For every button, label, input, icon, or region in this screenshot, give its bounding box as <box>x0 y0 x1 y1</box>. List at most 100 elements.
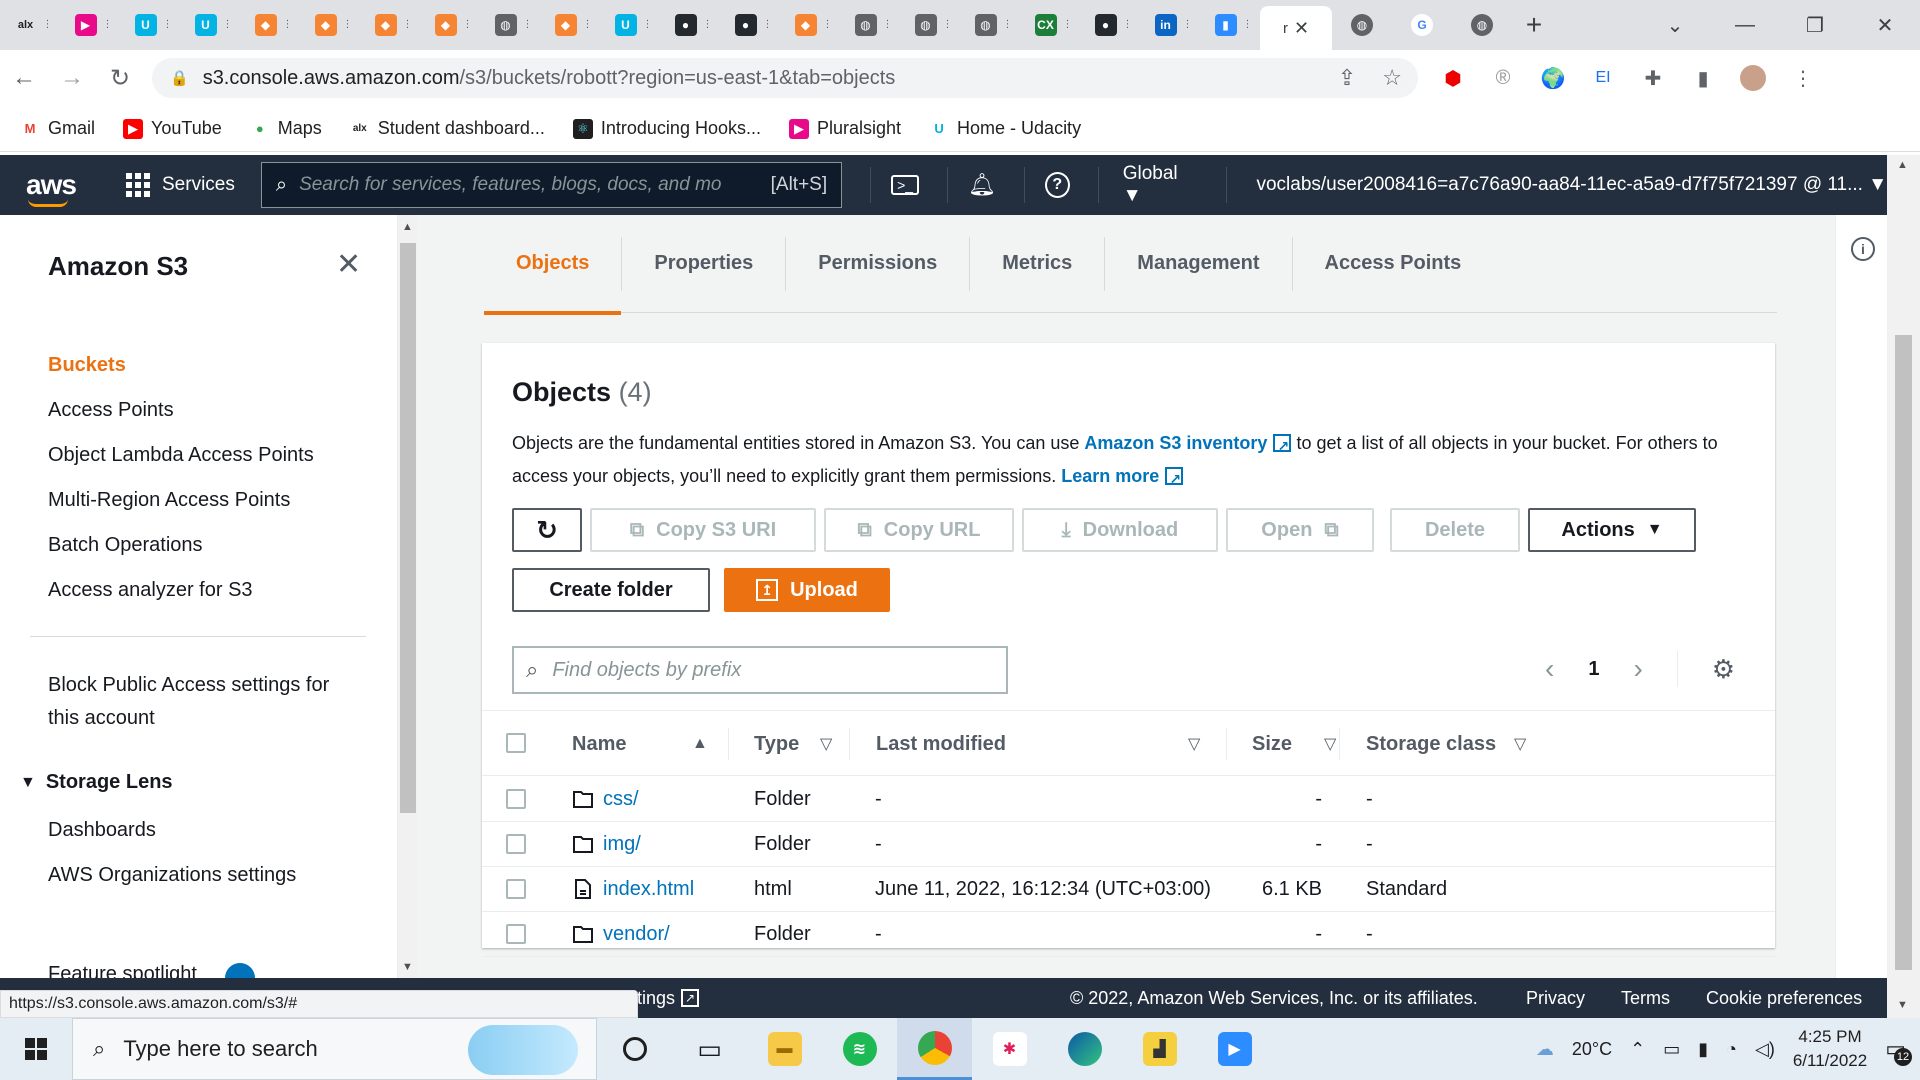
create-folder-button[interactable]: Create folder <box>512 568 710 612</box>
object-name-link[interactable]: css/ <box>603 777 639 822</box>
account-menu[interactable]: voclabs/user2008416=a7c76a90-aa84-11ec-a… <box>1256 174 1887 196</box>
row-checkbox[interactable] <box>506 879 526 899</box>
tab-access-points[interactable]: Access Points <box>1293 237 1494 291</box>
new-tab-icon[interactable]: + <box>1512 0 1556 50</box>
bookmark-star-icon[interactable]: ☆ <box>1382 65 1402 91</box>
volume-icon[interactable]: ◁) <box>1755 1039 1775 1060</box>
gear-icon[interactable]: ⚙ <box>1712 654 1735 685</box>
browser-tab[interactable]: ◆ ⋮ <box>780 0 840 50</box>
sidebar-item-batch-operations[interactable]: Batch Operations <box>48 523 314 568</box>
reload-icon[interactable]: ↻ <box>96 64 144 93</box>
side-panel-icon[interactable]: ▮ <box>1690 65 1716 91</box>
next-page-icon[interactable]: › <box>1633 653 1642 685</box>
zoom-icon[interactable]: ▶ <box>1197 1018 1272 1080</box>
bookmark-item[interactable]: ● Maps <box>250 118 322 139</box>
chrome-icon[interactable] <box>897 1018 972 1080</box>
weather-icon[interactable]: ☁ <box>1536 1039 1554 1060</box>
object-name-link[interactable]: vendor/ <box>603 912 670 957</box>
browser-tab[interactable]: ◍ ⋮ <box>900 0 960 50</box>
browser-tab[interactable]: U ⋮ <box>600 0 660 50</box>
column-name[interactable]: Name ▲ <box>572 711 752 777</box>
bookmark-item[interactable]: alx Student dashboard... <box>350 118 545 139</box>
column-size[interactable]: Size ▽ <box>1252 711 1352 777</box>
row-checkbox[interactable] <box>506 789 526 809</box>
delete-button[interactable]: Delete <box>1390 508 1520 552</box>
bookmark-item[interactable]: ⚛ Introducing Hooks... <box>572 118 761 139</box>
sidebar-scrollbar[interactable]: ▲ ▼ <box>398 215 418 978</box>
table-row[interactable]: index.html html June 11, 2022, 16:12:34 (U… <box>482 867 1775 912</box>
extensions-puzzle-icon[interactable]: ✚ <box>1640 65 1666 91</box>
bookmark-item[interactable]: M Gmail <box>20 118 95 139</box>
browser-tab-active[interactable]: r ✕ <box>1260 6 1332 50</box>
bookmark-item[interactable]: U Home - Udacity <box>929 118 1081 139</box>
adblock-extension-icon[interactable]: ⬢ <box>1440 65 1466 91</box>
browser-tab[interactable]: ◍ ⋮ <box>480 0 540 50</box>
browser-tab[interactable]: ◆ ⋮ <box>300 0 360 50</box>
browser-tab[interactable]: ● ⋮ <box>660 0 720 50</box>
share-icon[interactable]: ⇪ <box>1338 65 1356 91</box>
info-icon[interactable]: i <box>1851 237 1875 261</box>
sidebar-item-feature-spotlight[interactable]: Feature spotlight <box>48 963 197 978</box>
taskbar-search-input[interactable]: ⌕ Type here to search <box>72 1018 597 1080</box>
battery-icon[interactable]: ▭ <box>1663 1039 1680 1060</box>
chevron-down-icon[interactable]: ⌄ <box>1640 13 1710 38</box>
table-row[interactable]: img/Folder - - - <box>482 822 1775 867</box>
extension-r-icon[interactable]: ® <box>1490 65 1516 91</box>
column-type[interactable]: Type ▽ <box>754 711 864 777</box>
current-page[interactable]: 1 <box>1588 658 1599 681</box>
object-name-link[interactable]: img/ <box>603 822 641 867</box>
sidebar-item-dashboards[interactable]: Dashboards <box>48 808 296 853</box>
spotify-icon[interactable]: ≋ <box>822 1018 897 1080</box>
sidebar-item-org-settings[interactable]: AWS Organizations settings <box>48 853 296 898</box>
bookmark-item[interactable]: ▶ YouTube <box>123 118 222 139</box>
start-button[interactable] <box>0 1038 72 1060</box>
aws-logo[interactable]: aws <box>26 169 77 207</box>
storage-lens-toggle[interactable]: ▼ Storage Lens <box>20 771 173 794</box>
bell-icon[interactable]: 🔔︎ <box>968 172 996 198</box>
upload-button[interactable]: ↥ Upload <box>724 568 890 612</box>
services-menu-button[interactable]: Services <box>126 173 235 197</box>
tab-properties[interactable]: Properties <box>622 236 787 291</box>
download-button[interactable]: ⤓ Download <box>1022 508 1218 552</box>
find-objects-input[interactable]: ⌕ Find objects by prefix <box>512 646 1008 694</box>
cloudshell-icon[interactable]: >_ <box>891 175 920 195</box>
cortana-icon[interactable] <box>597 1018 672 1080</box>
browser-tab[interactable]: ● ⋮ <box>720 0 780 50</box>
weather-temp[interactable]: 20°C <box>1572 1039 1612 1060</box>
browser-menu-icon[interactable]: ⋮ <box>1790 65 1816 91</box>
minimize-icon[interactable]: — <box>1710 14 1780 37</box>
footer-settings-link[interactable]: ttings ↗ <box>632 988 700 1009</box>
browser-tab[interactable]: G <box>1392 0 1452 50</box>
extension-text-icon[interactable]: EI <box>1590 65 1616 91</box>
column-last-modified[interactable]: Last modified ▽ <box>876 711 1216 777</box>
open-button[interactable]: Open ⧉ <box>1226 508 1374 552</box>
help-icon[interactable]: ? <box>1044 172 1070 198</box>
page-scrollbar[interactable]: ▲ ▼ <box>1887 155 1920 1018</box>
back-icon[interactable]: ← <box>0 64 48 92</box>
browser-tab[interactable]: ▮ ⋮ <box>1200 0 1260 50</box>
browser-tab[interactable]: in ⋮ <box>1140 0 1200 50</box>
close-icon[interactable]: ✕ <box>336 247 361 282</box>
browser-tab[interactable]: ◆ ⋮ <box>540 0 600 50</box>
url-input[interactable]: 🔒 s3.console.aws.amazon.com/s3/buckets/r… <box>152 58 1418 98</box>
taskbar-clock[interactable]: 4:25 PM 6/11/2022 <box>1793 1025 1867 1073</box>
copy-url-button[interactable]: ⧉ Copy URL <box>824 508 1014 552</box>
browser-tab[interactable]: ● ⋮ <box>1080 0 1140 50</box>
tab-metrics[interactable]: Metrics <box>970 236 1106 291</box>
task-view-icon[interactable]: ▭ <box>672 1018 747 1080</box>
terms-link[interactable]: Terms <box>1621 988 1670 1009</box>
sticky-notes-icon[interactable]: ▟ <box>1122 1018 1197 1080</box>
chevron-up-icon[interactable]: ⌃ <box>1630 1039 1645 1060</box>
browser-tab[interactable]: ◍ ⋮ <box>840 0 900 50</box>
close-window-icon[interactable]: ✕ <box>1850 13 1920 38</box>
edge-icon[interactable] <box>1047 1018 1122 1080</box>
browser-tab[interactable]: U ⋮ <box>180 0 240 50</box>
sidebar-item-object-lambda[interactable]: Object Lambda Access Points <box>48 433 314 478</box>
object-name-link[interactable]: index.html <box>603 867 694 912</box>
s3-inventory-link[interactable]: Amazon S3 inventory <box>1084 430 1292 463</box>
table-row[interactable]: vendor/Folder - - - <box>482 912 1775 957</box>
sidebar-item-multi-region[interactable]: Multi-Region Access Points <box>48 478 314 523</box>
tab-objects[interactable]: Objects <box>484 236 623 315</box>
browser-tab[interactable]: ▶ ⋮ <box>60 0 120 50</box>
row-checkbox[interactable] <box>506 924 526 944</box>
